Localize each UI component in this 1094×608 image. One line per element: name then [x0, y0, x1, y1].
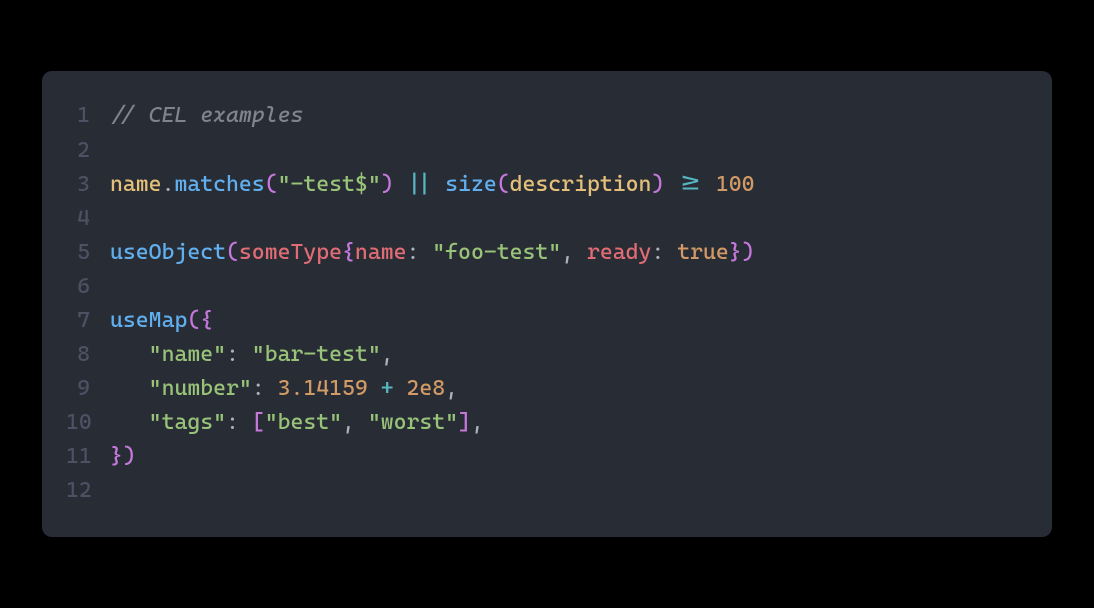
code-content[interactable]: // CEL examples [110, 99, 303, 133]
token: : [252, 376, 278, 401]
token: someType [239, 240, 342, 265]
code-line[interactable]: 10 "tags": ["best", "worst"], [66, 406, 1012, 440]
token: , [561, 240, 587, 265]
code-content[interactable]: useObject(someType{name: "foo-test", rea… [110, 236, 755, 270]
token: "best" [265, 410, 342, 435]
token: 100 [716, 172, 755, 197]
token [368, 376, 381, 401]
line-number: 9 [66, 372, 110, 406]
code-line[interactable]: 5useObject(someType{name: "foo-test", re… [66, 236, 1012, 270]
token [664, 172, 677, 197]
token: name [355, 240, 407, 265]
token: : [226, 342, 252, 367]
token: { [342, 240, 355, 265]
token: ({ [187, 308, 213, 333]
line-number: 6 [66, 270, 110, 304]
token: || [406, 172, 432, 197]
token: "name" [149, 342, 226, 367]
code-line[interactable]: 11}) [66, 440, 1012, 474]
token: , [381, 342, 394, 367]
line-number: 1 [66, 99, 110, 133]
token: "tags" [149, 410, 226, 435]
token [110, 342, 149, 367]
token: 3.14159 [278, 376, 368, 401]
token [432, 172, 445, 197]
token [110, 376, 149, 401]
token: size [445, 172, 497, 197]
token: ready [587, 240, 651, 265]
code-line[interactable]: 6 [66, 270, 1012, 304]
code-line[interactable]: 9 "number": 3.14159 + 2e8, [66, 372, 1012, 406]
token: name [110, 172, 162, 197]
token [394, 376, 407, 401]
token [703, 172, 716, 197]
line-number: 10 [66, 406, 110, 440]
code-line[interactable]: 1// CEL examples [66, 99, 1012, 133]
code-line[interactable]: 4 [66, 202, 1012, 236]
token: ( [497, 172, 510, 197]
token: ] [458, 410, 471, 435]
code-content[interactable]: "tags": ["best", "worst"], [110, 406, 484, 440]
token: ) [381, 172, 394, 197]
token: }) [729, 240, 755, 265]
token: : [226, 410, 252, 435]
token [394, 172, 407, 197]
line-number: 3 [66, 168, 110, 202]
line-number: 12 [66, 474, 110, 508]
token: true [677, 240, 729, 265]
line-number: 11 [66, 440, 110, 474]
token: matches [174, 172, 264, 197]
token: , [471, 410, 484, 435]
code-content[interactable]: useMap({ [110, 304, 213, 338]
token: ( [226, 240, 239, 265]
token: , [342, 410, 368, 435]
token: . [162, 172, 175, 197]
token: // CEL examples [110, 103, 303, 128]
token: >= [677, 172, 703, 197]
token: [ [252, 410, 265, 435]
token: "worst" [368, 410, 458, 435]
token: "foo-test" [432, 240, 561, 265]
token: description [510, 172, 652, 197]
line-number: 8 [66, 338, 110, 372]
code-line[interactable]: 8 "name": "bar-test", [66, 338, 1012, 372]
code-line[interactable]: 7useMap({ [66, 304, 1012, 338]
token: "bar-test" [252, 342, 381, 367]
token: useMap [110, 308, 187, 333]
code-line[interactable]: 12 [66, 474, 1012, 508]
token: , [445, 376, 458, 401]
token: "-test$" [278, 172, 381, 197]
line-number: 5 [66, 236, 110, 270]
token: : [406, 240, 432, 265]
line-number: 4 [66, 202, 110, 236]
code-content[interactable]: }) [110, 440, 136, 474]
token: : [651, 240, 677, 265]
token: useObject [110, 240, 226, 265]
code-content[interactable]: "number": 3.14159 + 2e8, [110, 372, 458, 406]
token: ) [651, 172, 664, 197]
token: "number" [149, 376, 252, 401]
code-content[interactable]: "name": "bar-test", [110, 338, 394, 372]
code-editor[interactable]: 1// CEL examples23name.matches("-test$")… [42, 71, 1052, 536]
code-content[interactable]: name.matches("-test$") || size(descripti… [110, 168, 755, 202]
line-number: 2 [66, 134, 110, 168]
token: + [381, 376, 394, 401]
token: 2e8 [406, 376, 445, 401]
line-number: 7 [66, 304, 110, 338]
token: ( [265, 172, 278, 197]
code-line[interactable]: 2 [66, 134, 1012, 168]
token: }) [110, 444, 136, 469]
code-line[interactable]: 3name.matches("-test$") || size(descript… [66, 168, 1012, 202]
token [110, 410, 149, 435]
